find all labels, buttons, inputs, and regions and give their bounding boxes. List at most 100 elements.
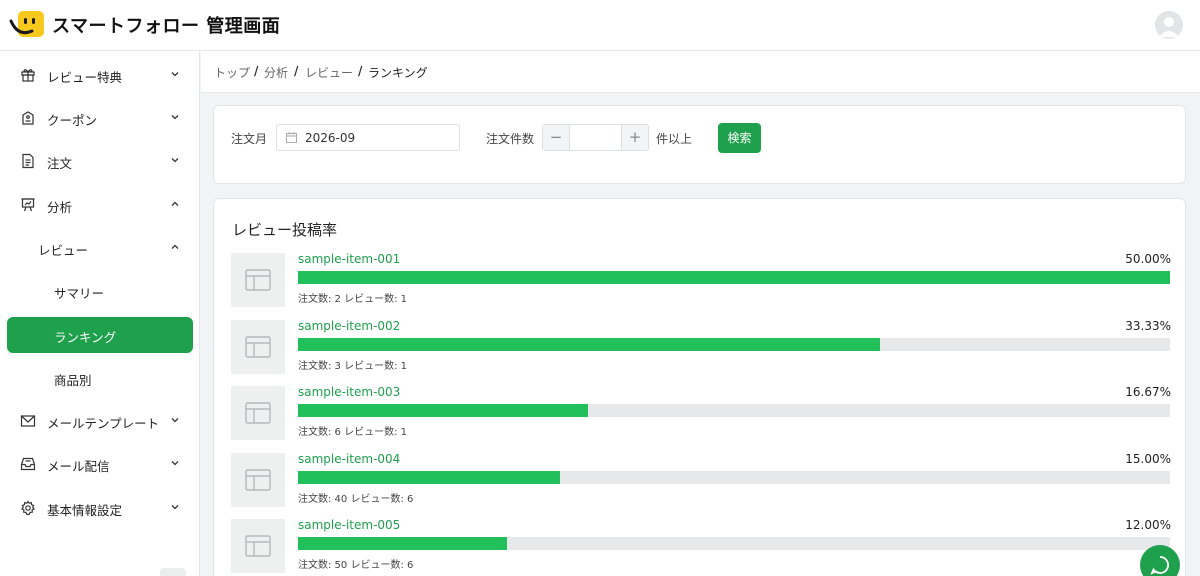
breadcrumb-current: ランキング <box>368 66 428 80</box>
increment-button[interactable]: + <box>621 125 648 150</box>
product-thumbnail <box>231 519 285 574</box>
sidebar-item-label: 商品別 <box>54 373 92 388</box>
image-placeholder-icon <box>245 535 271 558</box>
filter-panel: 注文月 2026-09 注文件数 − + 件以上 検索 <box>213 105 1186 184</box>
sidebar-item-review[interactable]: レビュー <box>0 228 200 268</box>
sidebar-item-orders[interactable]: 注文 <box>0 141 200 181</box>
rate-bar-track <box>298 404 1170 418</box>
sidebar-item-coupon[interactable]: クーポン <box>0 98 200 138</box>
order-count-input[interactable] <box>571 125 621 150</box>
sidebar-item-analysis[interactable]: 分析 <box>0 185 200 225</box>
sidebar-item-label: メール配信 <box>47 459 110 474</box>
sidebar-item-ranking[interactable]: ランキング <box>7 317 193 353</box>
user-icon <box>1159 17 1179 37</box>
image-placeholder-icon <box>245 335 271 358</box>
product-thumbnail <box>231 253 285 307</box>
app-title: スマートフォロー 管理画面 <box>52 16 281 37</box>
review-rate: 33.33% <box>1125 318 1171 333</box>
sidebar-item-label: 基本情報設定 <box>47 503 123 518</box>
image-placeholder-icon <box>245 469 271 491</box>
order-review-counts: 注文数: 2 レビュー数: 1 <box>298 294 407 305</box>
sidebar-item-basic-settings[interactable]: 基本情報設定 <box>0 488 200 528</box>
rate-bar-track <box>298 470 1170 484</box>
chat-icon <box>1150 556 1169 575</box>
sidebar-item-mail-delivery[interactable]: メール配信 <box>0 444 200 484</box>
sidebar-item-label: サマリー <box>54 286 105 301</box>
breadcrumb-separator: / <box>358 64 363 78</box>
chat-button[interactable] <box>1140 545 1180 576</box>
rate-bar-track <box>298 271 1170 284</box>
search-button[interactable]: 検索 <box>718 123 761 153</box>
sidebar-item-label: クーポン <box>47 113 98 128</box>
review-rate: 16.67% <box>1125 385 1171 400</box>
ranking-row: sample-item-001 50.00% 注文数: 2 レビュー数: 1 <box>231 252 1171 309</box>
rate-bar-fill <box>298 404 589 418</box>
product-name-link[interactable]: sample-item-005 <box>298 518 400 532</box>
product-name-link[interactable]: sample-item-004 <box>298 452 400 466</box>
image-placeholder-icon <box>245 402 271 424</box>
sidebar-item-by-product[interactable]: 商品別 <box>0 358 200 398</box>
ranking-row: sample-item-004 15.00% 注文数: 40 レビュー数: 6 <box>231 451 1171 509</box>
app-header: スマートフォロー 管理画面 <box>0 0 1200 51</box>
chevron-down-icon <box>171 505 179 510</box>
sidebar-item-mail-template[interactable]: メールテンプレート <box>0 401 200 441</box>
sidebar-item-summary[interactable]: サマリー <box>0 271 200 311</box>
image-placeholder-icon <box>245 269 271 291</box>
rate-bar-fill <box>298 271 1170 284</box>
rate-bar-fill <box>298 337 880 351</box>
order-count-suffix: 件以上 <box>656 132 693 146</box>
ranking-title: レビュー投稿率 <box>232 221 338 239</box>
sidebar-item-label: メールテンプレート <box>47 416 160 431</box>
breadcrumb-review[interactable]: レビュー <box>305 64 353 81</box>
user-avatar[interactable] <box>1155 11 1183 39</box>
gear-icon <box>21 500 35 516</box>
chevron-down-icon <box>171 158 179 163</box>
order-month-input[interactable]: 2026-09 <box>276 124 460 151</box>
order-review-counts: 注文数: 40 レビュー数: 6 <box>298 493 414 505</box>
chevron-up-icon <box>171 201 179 206</box>
breadcrumb-top[interactable]: トップ <box>214 64 250 81</box>
ranking-panel: レビュー投稿率 sample-item-001 50.00% 注文数: 2 レビュー… <box>213 198 1186 576</box>
sidebar-item-review-benefit[interactable]: レビュー特典 <box>0 55 200 95</box>
decrement-button[interactable]: − <box>543 125 570 150</box>
rate-bar-track <box>298 537 1170 551</box>
breadcrumb-separator: / <box>294 64 299 78</box>
product-name-link[interactable]: sample-item-001 <box>298 252 400 266</box>
inbox-icon <box>20 457 36 471</box>
order-count-label: 注文件数 <box>486 132 535 146</box>
order-month-value: 2026-09 <box>305 131 356 145</box>
logo-icon <box>9 11 44 37</box>
breadcrumb-separator: / <box>254 64 259 78</box>
sidebar-item-label: 注文 <box>47 156 73 171</box>
product-thumbnail <box>231 452 285 507</box>
mail-icon <box>20 415 36 427</box>
sidebar-item-label: 分析 <box>47 200 73 215</box>
calendar-icon <box>286 132 297 143</box>
breadcrumb-analysis[interactable]: 分析 <box>264 64 288 81</box>
ranking-row: sample-item-002 33.33% 注文数: 3 レビュー数: 1 <box>231 318 1171 376</box>
product-name-link[interactable]: sample-item-002 <box>298 319 400 333</box>
presentation-chart-icon <box>21 198 35 212</box>
rate-bar-fill <box>298 537 508 551</box>
review-rate: 15.00% <box>1125 451 1171 466</box>
rate-bar-fill <box>298 470 560 484</box>
rate-bar-track <box>298 337 1170 351</box>
product-thumbnail <box>231 319 285 374</box>
gift-icon <box>21 69 35 82</box>
sidebar-item-label: ランキング <box>54 330 117 345</box>
ranking-row: sample-item-003 16.67% 注文数: 6 レビュー数: 1 <box>231 385 1171 442</box>
order-review-counts: 注文数: 6 レビュー数: 1 <box>298 427 407 439</box>
breadcrumb: トップ / 分析 / レビュー / ランキング <box>201 51 1200 93</box>
chevron-up-icon <box>171 244 179 249</box>
product-name-link[interactable]: sample-item-003 <box>298 385 400 399</box>
chevron-down-icon <box>171 461 179 466</box>
review-rate: 12.00% <box>1125 518 1171 533</box>
sidebar-scrollbar[interactable] <box>160 568 186 576</box>
order-review-counts: 注文数: 3 レビュー数: 1 <box>298 360 407 372</box>
ranking-row: sample-item-005 12.00% 注文数: 50 レビュー数: 6 <box>231 518 1171 575</box>
chevron-down-icon <box>171 418 179 423</box>
order-review-counts: 注文数: 50 レビュー数: 6 <box>298 560 414 572</box>
sidebar: レビュー特典 クーポン 注文 分析 レビュー サマリー ランキング 商品別 メー… <box>0 51 200 576</box>
coupon-icon <box>22 111 34 125</box>
sidebar-item-label: レビュー特典 <box>47 70 123 85</box>
